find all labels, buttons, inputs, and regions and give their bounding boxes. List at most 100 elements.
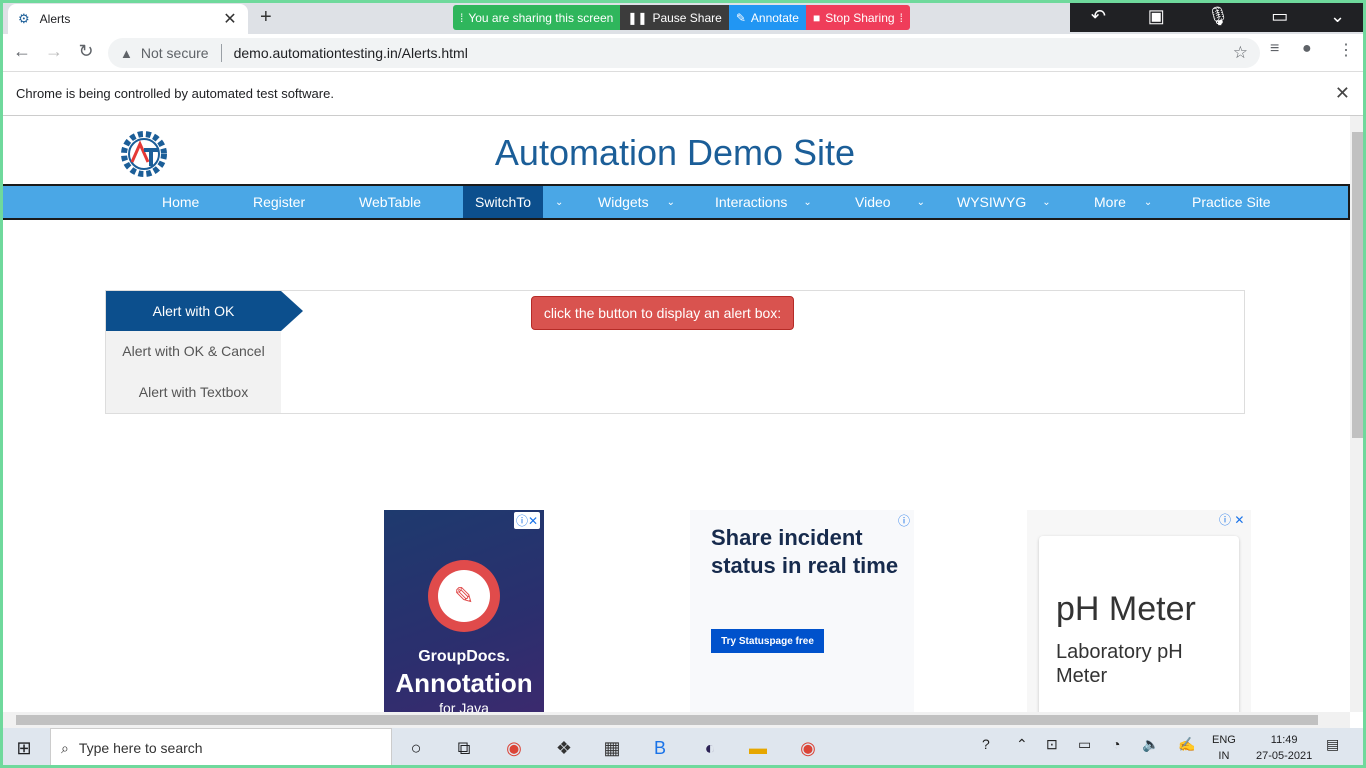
forward-icon[interactable]: → [42, 41, 66, 62]
screen-share-bar: ⁞ You are sharing this screen ❚❚ Pause Sha… [453, 5, 910, 30]
undo-icon[interactable]: ↶ [1091, 6, 1106, 27]
ad-info-icon[interactable]: ⓘ✕ [514, 512, 541, 529]
chevron-down-icon: ⌄ [666, 196, 675, 208]
chrome-icon[interactable]: ◉ [502, 736, 526, 760]
annotate-button[interactable]: ✎ Annotate [728, 5, 806, 30]
dropbox-icon[interactable]: ❖ [552, 736, 576, 760]
window-icon[interactable]: ▭ [1271, 6, 1288, 27]
site-favicon-icon: ⚙ [18, 11, 30, 26]
nav-interactions[interactable]: Interactions ⌄ [715, 186, 812, 218]
clock[interactable]: 11:49 27-05-2021 [1256, 732, 1312, 764]
language-indicator[interactable]: ENG IN [1212, 732, 1236, 764]
app-icon[interactable]: B [648, 736, 672, 760]
reload-icon[interactable]: ↻ [74, 41, 98, 62]
close-icon[interactable]: ✕ [1335, 83, 1350, 104]
camera-off-icon[interactable]: ▣ [1148, 6, 1165, 27]
chevron-down-icon: ⌄ [1143, 196, 1153, 208]
bookmark-star-icon[interactable]: ☆ [1233, 43, 1248, 63]
security-label[interactable]: Not secure [141, 45, 209, 61]
tab-alert-with-ok-cancel[interactable]: Alert with OK & Cancel [106, 331, 281, 371]
chevron-down-icon: ⌄ [1042, 196, 1051, 208]
volume-icon[interactable]: 🔈 [1142, 736, 1159, 753]
search-placeholder: Type here to search [78, 740, 203, 756]
chevron-down-icon: ⌄ [916, 196, 925, 208]
ad-groupdocs[interactable]: ⓘ✕ ✎ GroupDocs. Annotation for Java [384, 510, 544, 712]
browser-tab[interactable]: ⚙ Alerts ✕ [8, 4, 248, 34]
menu-icon[interactable]: ⋮ [1338, 40, 1354, 60]
nav-video[interactable]: Video ⌄ [855, 186, 925, 218]
nav-register[interactable]: Register [253, 186, 305, 218]
vertical-scrollbar[interactable] [1350, 116, 1366, 712]
network-icon[interactable]: ⊡ [1046, 736, 1058, 753]
battery-icon[interactable]: ▭ [1078, 736, 1091, 753]
notifications-icon[interactable]: ▤ [1326, 736, 1339, 753]
nav-switchto[interactable]: SwitchTo [463, 186, 543, 218]
store-icon[interactable]: ▦ [600, 736, 624, 760]
omnibox[interactable]: ▲ Not secure demo.automationtesting.in/A… [108, 38, 1260, 68]
media-queue-icon[interactable]: ≡ [1270, 40, 1279, 58]
site-title: Automation Demo Site [494, 132, 856, 173]
ad-headline: Share incident status in real time [711, 525, 899, 578]
search-icon: ⌕ [61, 739, 69, 756]
ad-cta-button[interactable]: Try Statuspage free [711, 629, 824, 653]
stop-icon: ■ [812, 10, 821, 25]
scroll-thumb[interactable] [1352, 132, 1364, 438]
nav-more[interactable]: More ⌄ [1094, 186, 1152, 218]
chrome-icon[interactable]: ◉ [796, 736, 820, 760]
ad-brand: GroupDocs. [418, 648, 510, 665]
meeting-controls: ↶ ▣ 🎙 ▭ ⌄ [1070, 0, 1366, 32]
alerts-panel: Alert with OK Alert with OK & Cancel Ale… [105, 290, 1245, 414]
ad-tail: for Java [439, 700, 489, 712]
ad-title: pH Meter [1056, 590, 1196, 628]
nav-widgets[interactable]: Widgets ⌄ [598, 186, 675, 218]
ad-statuspage[interactable]: ⓘ Share incident status in real time Try… [690, 510, 914, 712]
display-alert-button[interactable]: click the button to display an alert box… [531, 296, 794, 330]
eclipse-icon[interactable]: ◐ [698, 736, 722, 760]
chevron-down-icon[interactable]: ⌄ [1330, 6, 1345, 27]
tab-title: Alerts [39, 12, 71, 26]
pencil-icon: ✎ [735, 10, 746, 25]
ad-product: Annotation [395, 668, 533, 698]
profile-avatar-icon[interactable]: ● [1302, 40, 1312, 58]
ad-ph-meter[interactable]: ⓘ ✕ pH Meter Laboratory pH Meter [1027, 510, 1251, 712]
nav-webtable[interactable]: WebTable [359, 186, 421, 218]
tab-alert-with-textbox[interactable]: Alert with Textbox [106, 371, 281, 413]
ad-subtitle: Laboratory pH Meter [1056, 641, 1183, 687]
file-explorer-icon[interactable]: ▬ [746, 736, 770, 760]
task-view-icon[interactable]: ⧉ [452, 736, 476, 760]
nav-wysiwyg[interactable]: WYSIWYG ⌄ [957, 186, 1051, 218]
page-viewport: Automation Demo Site Home Register WebTa… [0, 116, 1350, 712]
windows-taskbar: ⊞ ⌕ Type here to search ○ ⧉ ◉ ❖ ▦ B ◐ ▬ … [0, 728, 1366, 768]
microphone-icon[interactable]: 🎙 [1207, 6, 1230, 27]
pause-share-button[interactable]: ❚❚ Pause Share [620, 5, 729, 30]
drag-handle-icon[interactable]: ⁞ [900, 11, 903, 25]
help-icon[interactable]: ? [982, 736, 990, 752]
cortana-icon[interactable]: ○ [404, 736, 428, 760]
chevron-up-icon[interactable]: ⌃ [1016, 736, 1028, 753]
nav-practice-site[interactable]: Practice Site [1192, 186, 1271, 218]
close-tab-icon[interactable]: ✕ [222, 9, 238, 29]
divider [220, 44, 222, 62]
windows-start-icon[interactable]: ⊞ [12, 736, 36, 760]
nav-switchto-dropdown[interactable]: ⌄ [547, 186, 563, 218]
back-icon[interactable]: ← [10, 41, 34, 62]
stop-sharing-button[interactable]: ■ Stop Sharing ⁞ [805, 5, 910, 30]
drag-handle-icon[interactable]: ⁞ [460, 11, 463, 25]
taskbar-search[interactable]: ⌕ Type here to search [50, 728, 392, 768]
share-status: ⁞ You are sharing this screen [453, 5, 621, 30]
nav-home[interactable]: Home [162, 186, 199, 218]
chevron-down-icon: ⌄ [555, 196, 564, 208]
warning-icon[interactable]: ▲ [120, 46, 133, 61]
new-tab-button[interactable]: + [260, 6, 272, 29]
scroll-thumb[interactable] [16, 715, 1318, 725]
annotation-logo-icon: ✎ [428, 560, 500, 632]
pen-icon[interactable]: ✍ [1178, 736, 1195, 753]
wifi-icon[interactable]: ◔ [1112, 736, 1120, 752]
tab-alert-with-ok[interactable]: Alert with OK [106, 291, 281, 331]
automation-info-bar: Chrome is being controlled by automated … [0, 72, 1366, 116]
main-navigation: Home Register WebTable SwitchTo ⌄ Widget… [0, 184, 1350, 220]
horizontal-scrollbar[interactable] [0, 712, 1350, 728]
ad-info-icon[interactable]: ⓘ ✕ [1219, 511, 1244, 528]
url-text[interactable]: demo.automationtesting.in/Alerts.html [234, 45, 1225, 61]
info-message: Chrome is being controlled by automated … [16, 86, 334, 101]
